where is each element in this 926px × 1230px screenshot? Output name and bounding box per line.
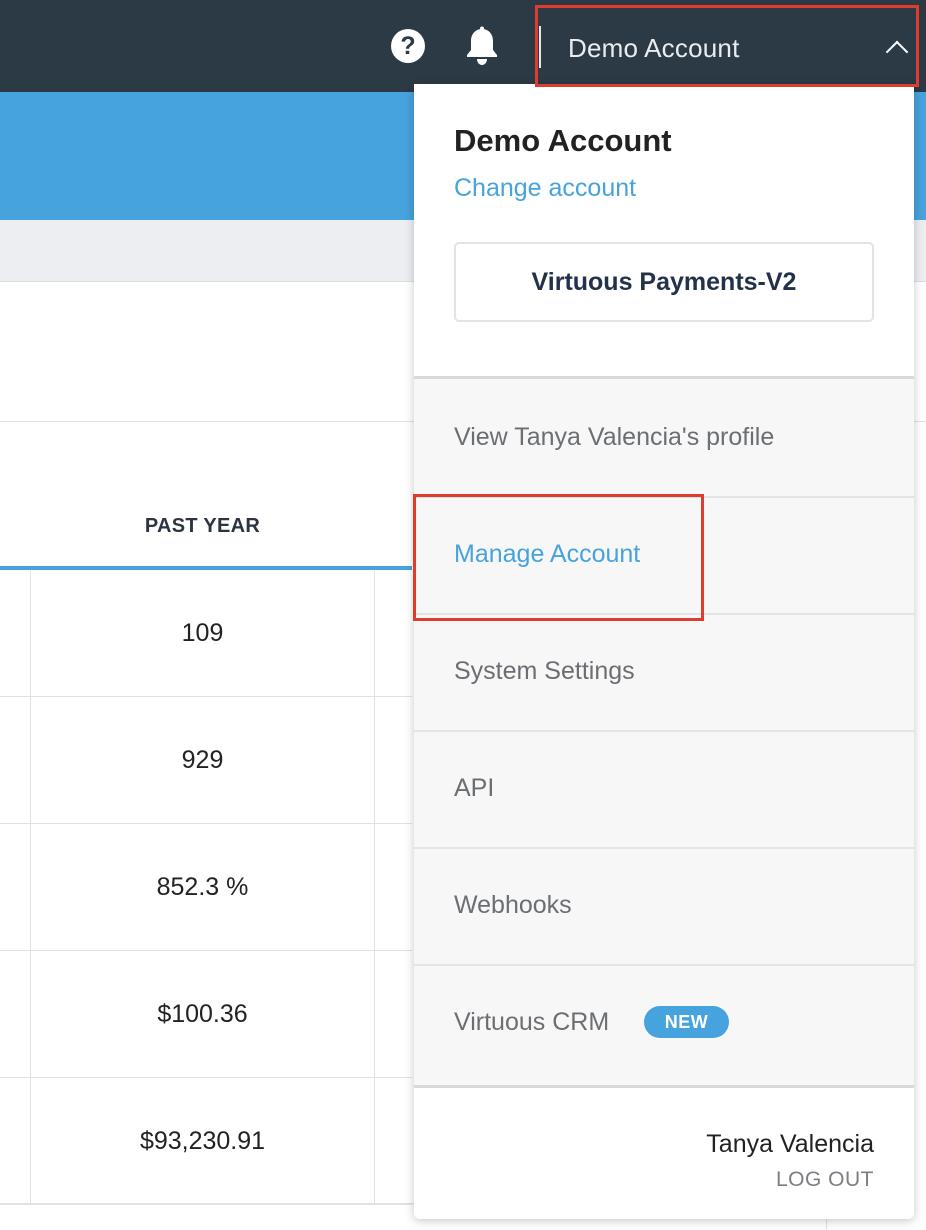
dropdown-user-footer: Tanya Valencia LOG OUT [414,1085,914,1219]
new-badge: NEW [644,1006,729,1038]
menu-item-label: Webhooks [454,891,572,919]
table-cell-value: $100.36 [30,951,375,1077]
logout-link[interactable]: LOG OUT [776,1166,874,1194]
menu-item-webhooks[interactable]: Webhooks [414,849,914,966]
dropdown-account-title: Demo Account [454,123,672,158]
account-menu-label: Demo Account [568,33,740,63]
table-row: 852.3 % [0,824,412,951]
table-cell-value: 852.3 % [30,824,375,950]
menu-item-api[interactable]: API [414,732,914,849]
chevron-up-icon [885,40,909,64]
bell-icon[interactable] [464,26,500,66]
menu-item-manage-account[interactable]: Manage Account [414,498,914,615]
account-menu-toggle[interactable]: Demo Account [541,8,916,86]
table-cell-value: 929 [30,697,375,823]
menu-item-system-settings[interactable]: System Settings [414,615,914,732]
menu-item-virtuous-crm[interactable]: Virtuous CRM NEW [414,966,914,1083]
table-cell-value: 109 [30,570,375,696]
menu-item-label: System Settings [454,657,635,685]
top-navigation-bar: ? Demo Account [0,0,926,92]
organization-button[interactable]: Virtuous Payments-V2 [454,242,874,322]
menu-item-label: View Tanya Valencia's profile [454,423,775,451]
table-cell-value: $93,230.91 [30,1078,375,1204]
table-row: 929 [0,697,412,824]
menu-item-label: Virtuous CRM [454,1008,610,1036]
change-account-link[interactable]: Change account [454,172,636,204]
table-row: $100.36 [0,951,412,1078]
column-header-past-year: PAST YEAR [144,515,261,537]
user-name: Tanya Valencia [706,1130,874,1158]
menu-item-label: Manage Account [454,540,641,568]
table-row: 109 [0,570,412,697]
account-dropdown-menu: Demo Account Change account Virtuous Pay… [414,84,914,1219]
menu-item-view-profile[interactable]: View Tanya Valencia's profile [414,381,914,498]
dropdown-account-header: Demo Account Change account Virtuous Pay… [414,84,914,379]
help-circle-icon[interactable]: ? [391,29,425,63]
menu-item-label: API [454,774,495,802]
table-row: $93,230.91 [0,1078,412,1205]
